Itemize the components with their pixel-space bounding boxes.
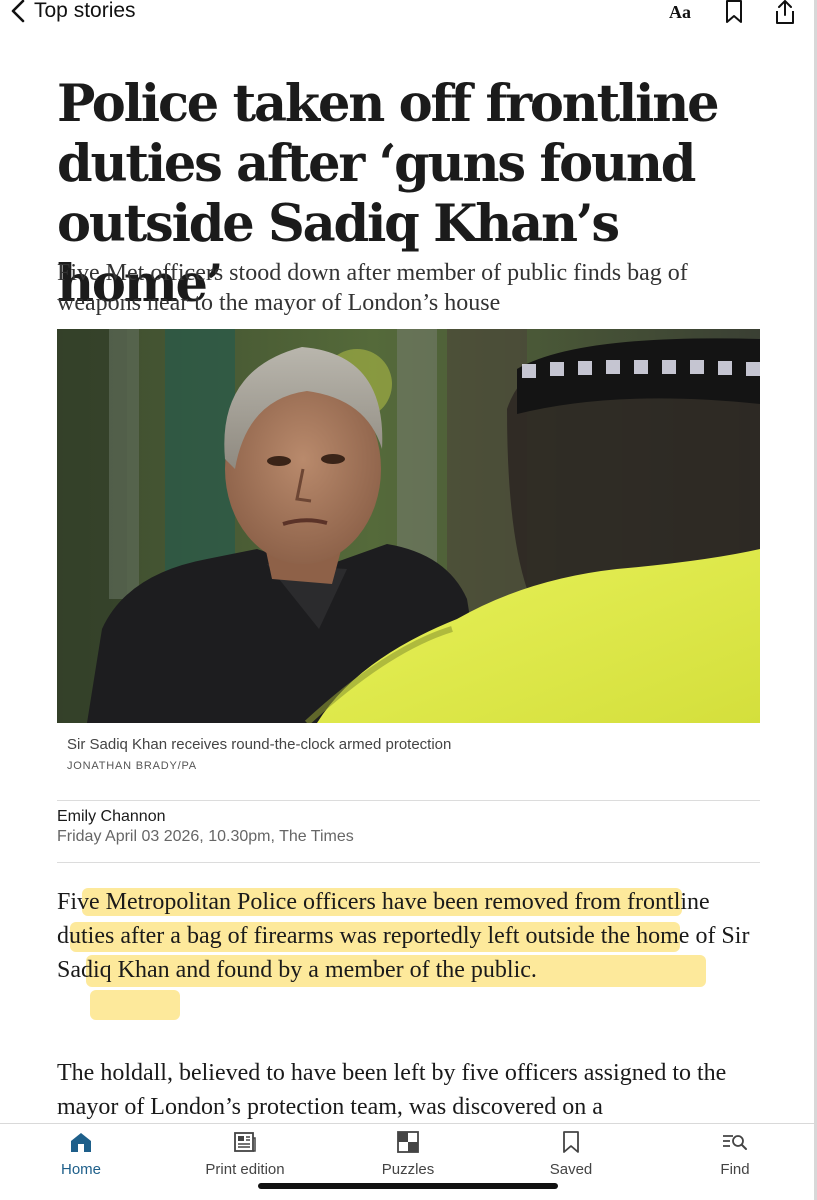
back-label: Top stories bbox=[34, 0, 136, 22]
nav-label: Find bbox=[720, 1161, 750, 1178]
puzzle-grid-icon bbox=[396, 1130, 420, 1154]
share-icon[interactable] bbox=[770, 0, 800, 26]
article-dateline: Friday April 03 2026, 10.30pm, The Times bbox=[57, 828, 354, 845]
search-list-icon bbox=[721, 1130, 749, 1154]
article-standfirst: Five Met officers stood down after membe… bbox=[57, 260, 688, 316]
nav-saved[interactable]: Saved bbox=[516, 1130, 626, 1178]
top-bar: Top stories Aa bbox=[0, 0, 814, 28]
nav-label: Saved bbox=[549, 1161, 593, 1178]
chevron-left-icon bbox=[10, 0, 26, 24]
home-indicator[interactable] bbox=[258, 1183, 558, 1189]
nav-label: Puzzles bbox=[381, 1161, 435, 1178]
article-photo[interactable] bbox=[57, 329, 760, 723]
author-name[interactable]: Emily Channon bbox=[57, 808, 166, 826]
nav-find[interactable]: Find bbox=[680, 1130, 790, 1178]
image-caption: Sir Sadiq Khan receives round-the-clock … bbox=[67, 736, 452, 753]
nav-puzzles[interactable]: Puzzles bbox=[353, 1130, 463, 1178]
nav-label: Home bbox=[60, 1161, 101, 1178]
nav-label: Print edition bbox=[205, 1161, 285, 1178]
back-button[interactable]: Top stories bbox=[10, 0, 136, 26]
text-size-button[interactable]: Aa bbox=[666, 0, 694, 26]
newspaper-icon bbox=[232, 1130, 258, 1154]
nav-home[interactable]: Home bbox=[26, 1130, 136, 1178]
text-highlight bbox=[90, 990, 180, 1020]
article-paragraph: Five Metropolitan Police officers have b… bbox=[57, 889, 750, 983]
home-icon bbox=[68, 1130, 94, 1154]
article-paragraph: The holdall, believed to have been left … bbox=[57, 1060, 727, 1120]
nav-print-edition[interactable]: Print edition bbox=[190, 1130, 300, 1178]
bookmark-icon bbox=[561, 1130, 581, 1154]
bookmark-icon[interactable] bbox=[722, 0, 746, 26]
image-credit: JONATHAN BRADY/PA bbox=[67, 760, 197, 772]
divider bbox=[57, 800, 760, 801]
divider bbox=[57, 862, 760, 863]
